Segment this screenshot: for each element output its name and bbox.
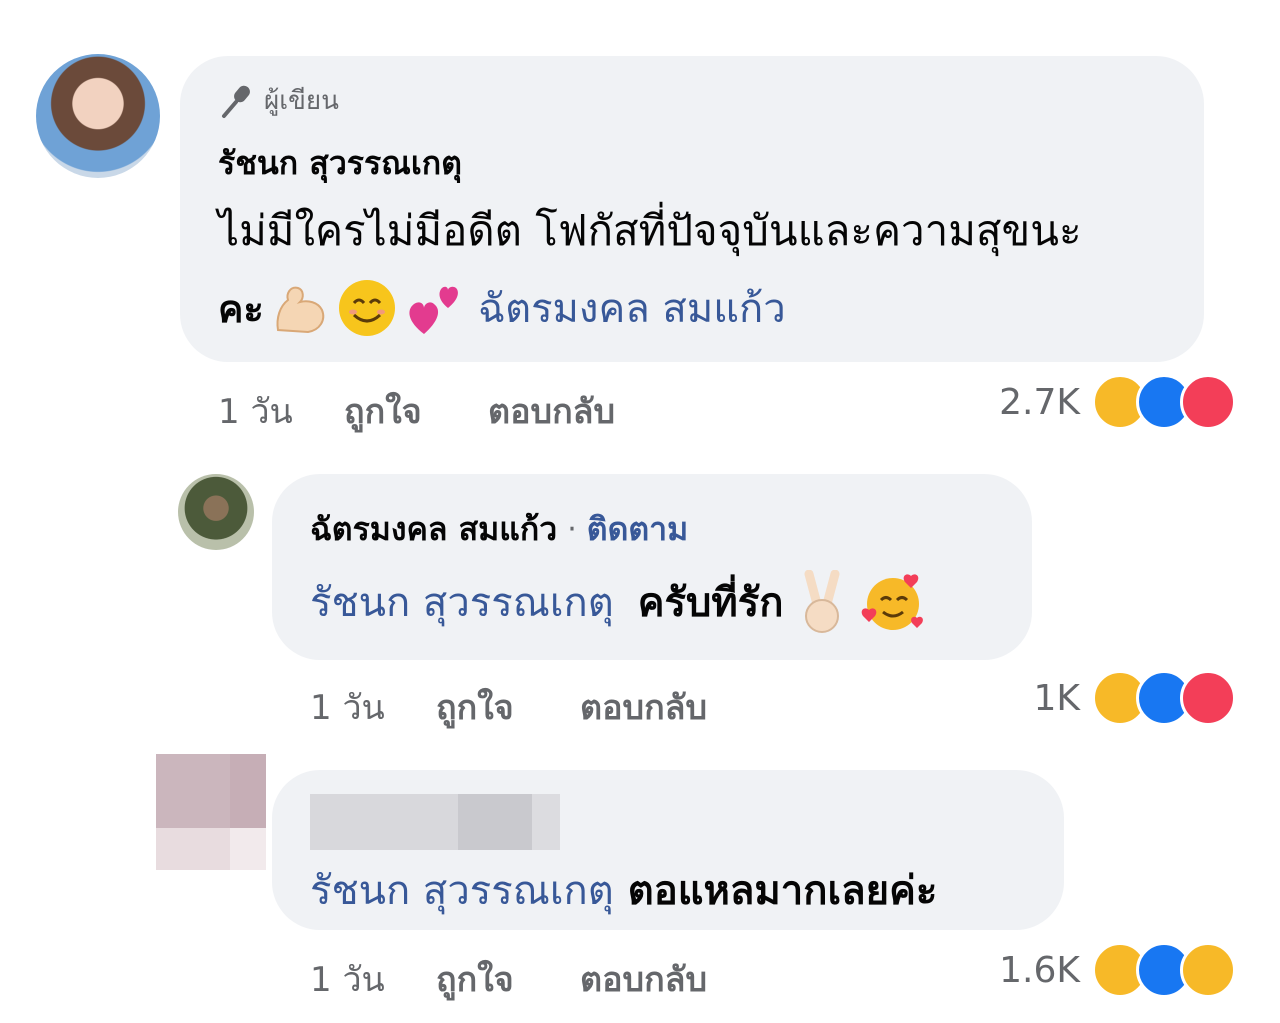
follow-link[interactable]: ติดตาม — [587, 504, 688, 555]
commenter-name-2[interactable]: ฉัตรมงคล สมแก้ว — [310, 504, 557, 555]
avatar-blurred[interactable] — [156, 754, 266, 870]
avatar-ratchanok[interactable] — [36, 54, 160, 178]
comment-time-3[interactable]: 1 วัน — [310, 952, 436, 1006]
reaction-count-1[interactable]: 2.7K — [960, 382, 1080, 423]
like-button-2[interactable]: ถูกใจ — [436, 680, 580, 734]
reactions-1[interactable] — [1092, 374, 1236, 430]
comment-actions-2: 1 วัน ถูกใจ ตอบกลับ — [310, 680, 707, 734]
love-reaction-icon — [1180, 670, 1236, 726]
comment-actions-1: 1 วัน ถูกใจ ตอบกลับ — [218, 384, 615, 438]
comment-text-1: ไม่มีใครไม่มีอดีต โฟกัสที่ปัจจุบันและควา… — [218, 206, 1082, 255]
comment-text-2-row: รัชนก สุวรรณเกตุ ครับที่รัก — [310, 570, 925, 634]
microphone-icon — [222, 85, 250, 118]
reaction-count-2[interactable]: 1K — [960, 678, 1080, 719]
like-button-1[interactable]: ถูกใจ — [344, 384, 488, 438]
smiling-face-with-hearts-emoji — [862, 574, 924, 630]
victory-hand-emoji — [804, 570, 840, 633]
reaction-count-3[interactable]: 1.6K — [960, 950, 1080, 991]
reply-button-2[interactable]: ตอบกลับ — [580, 680, 707, 734]
comment-time-1[interactable]: 1 วัน — [218, 384, 344, 438]
two-hearts-emoji — [409, 286, 458, 334]
smiling-face-emoji — [338, 280, 395, 336]
author-badge-label: ผู้เขียน — [264, 86, 339, 116]
comment-time-2[interactable]: 1 วัน — [310, 680, 436, 734]
mention-ratchanok[interactable]: รัชนก สุวรรณเกตุ — [310, 570, 614, 634]
avatar-chatmongkol[interactable] — [178, 474, 254, 550]
comment-text-2: ครับที่รัก — [637, 580, 784, 626]
mention-ratchanok-2[interactable]: รัชนก สุวรรณเกตุ — [310, 858, 614, 922]
author-badge: ผู้เขียน — [218, 80, 339, 121]
like-button-3[interactable]: ถูกใจ — [436, 952, 580, 1006]
comment-text-1-prefix: คะ — [218, 286, 264, 331]
reply-button-3[interactable]: ตอบกลับ — [580, 952, 707, 1006]
comment-text-1-line2: คะ ฉัตรมงคล สมแก้ว — [218, 276, 786, 340]
commenter-header-2: ฉัตรมงคล สมแก้ว · ติดตาม — [310, 504, 688, 555]
love-reaction-icon — [1180, 374, 1236, 430]
wow-reaction-icon — [1180, 942, 1236, 998]
comment-actions-3: 1 วัน ถูกใจ ตอบกลับ — [310, 952, 707, 1006]
mention-chatmongkol[interactable]: ฉัตรมงคล สมแก้ว — [478, 276, 786, 340]
commenter-name-1[interactable]: รัชนก สุวรรณเกตุ — [218, 138, 462, 189]
separator-dot: · — [567, 512, 577, 547]
commenter-name-3-blurred[interactable] — [310, 794, 560, 850]
comment-text-3: ตอแหลมากเลยค่ะ — [627, 868, 938, 914]
reply-button-1[interactable]: ตอบกลับ — [488, 384, 615, 438]
cropped-previous-text — [60, 0, 340, 4]
flexed-biceps-emoji — [276, 286, 325, 334]
reactions-2[interactable] — [1092, 670, 1236, 726]
reactions-3[interactable] — [1092, 942, 1236, 998]
comment-text-3-row: รัชนก สุวรรณเกตุ ตอแหลมากเลยค่ะ — [310, 858, 937, 922]
